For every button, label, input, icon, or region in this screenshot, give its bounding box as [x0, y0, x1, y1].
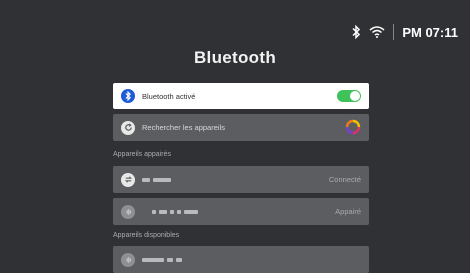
link-icon: [121, 172, 135, 187]
loading-spinner-icon: [345, 119, 361, 137]
device-status: Connecté: [328, 175, 361, 184]
bluetooth-icon: [121, 89, 135, 103]
refresh-icon: [121, 120, 135, 135]
available-devices-heading: Appareils disponibles: [113, 232, 180, 239]
paired-device-row[interactable]: Connecté: [113, 166, 369, 193]
available-device-row[interactable]: [113, 246, 369, 273]
bluetooth-toggle-row[interactable]: Bluetooth activé: [113, 83, 369, 109]
bluetooth-toggle-switch[interactable]: [337, 90, 361, 102]
bluetooth-toggle-label: Bluetooth activé: [142, 91, 196, 101]
device-name-redacted: [142, 255, 361, 264]
device-status: Appairé: [335, 207, 361, 216]
device-name-redacted: [142, 175, 329, 184]
device-name-redacted: [142, 207, 335, 216]
status-bar: PM 07:11: [351, 24, 458, 40]
clock-time: PM 07:11: [402, 24, 458, 40]
page-title: Bluetooth: [193, 48, 276, 67]
bluetooth-icon: [351, 25, 361, 39]
toggle-knob: [350, 91, 360, 101]
scan-devices-label: Rechercher les appareils: [142, 123, 225, 132]
audio-device-icon: [121, 204, 135, 219]
scan-devices-button[interactable]: Rechercher les appareils: [113, 114, 369, 141]
wifi-icon: [369, 26, 385, 38]
paired-devices-heading: Appareils appairés: [113, 151, 171, 158]
status-separator: [393, 24, 395, 40]
paired-device-row[interactable]: Appairé: [113, 198, 369, 225]
audio-device-icon: [121, 252, 135, 267]
